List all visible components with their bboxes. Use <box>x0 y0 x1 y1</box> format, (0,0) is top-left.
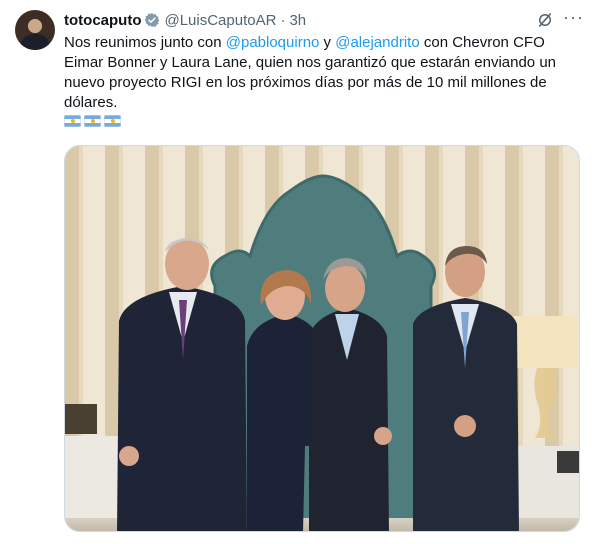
handle[interactable]: @LuisCaputoAR <box>164 12 276 29</box>
tweet-text-part: Nos reunimos junto con <box>64 34 226 51</box>
display-name[interactable]: totocaputo <box>64 12 141 29</box>
argentina-flag-icon <box>104 115 121 127</box>
more-icon[interactable]: ··· <box>563 8 583 29</box>
tweet-header: totocaputo @LuisCaputoAR · 3h <box>64 10 306 30</box>
avatar[interactable] <box>15 10 55 50</box>
grok-icon[interactable] <box>536 11 554 29</box>
tweet-text-part: y <box>319 34 336 51</box>
verified-badge-icon <box>145 13 160 27</box>
timestamp[interactable]: 3h <box>289 12 306 29</box>
flag-emojis <box>64 115 121 129</box>
mention-link[interactable]: @pabloquirno <box>226 34 320 51</box>
separator-dot: · <box>280 11 286 29</box>
tweet-text: Nos reunimos junto con @pabloquirno y @a… <box>64 33 564 113</box>
mention-link[interactable]: @alejandrito <box>335 34 419 51</box>
argentina-flag-icon <box>64 115 81 127</box>
argentina-flag-icon <box>84 115 101 127</box>
tweet-photo[interactable] <box>64 145 580 532</box>
tweet[interactable]: totocaputo @LuisCaputoAR · 3h ··· Nos re… <box>0 0 594 544</box>
